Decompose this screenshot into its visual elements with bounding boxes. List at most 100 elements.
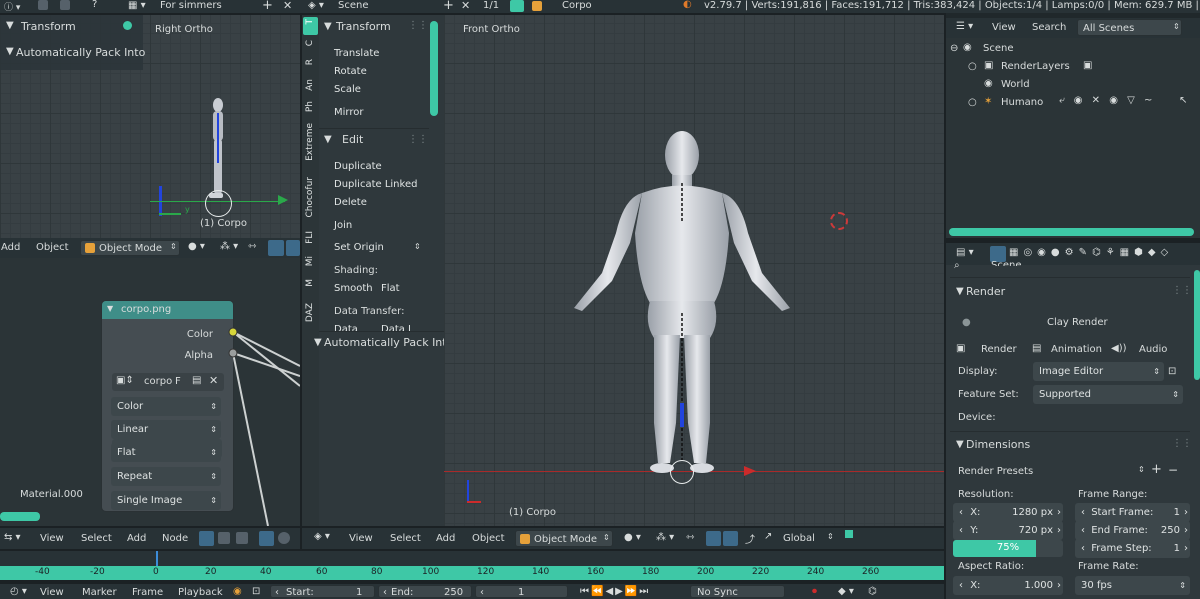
outliner-world[interactable]: World — [1001, 79, 1030, 90]
frame-menu[interactable]: Frame — [132, 587, 163, 598]
screen-layout-name[interactable]: For simmers — [160, 0, 222, 11]
properties-scrollbar[interactable] — [1194, 270, 1200, 380]
transform-header[interactable]: Transform — [21, 20, 76, 33]
translate-button[interactable]: Translate — [334, 48, 379, 59]
outliner-body[interactable]: ⊖ ◉ Scene ○ ▣ RenderLayers ▣ ◉ World ○ ✶… — [946, 38, 1200, 238]
drag-handle-icon[interactable]: ⋮⋮ — [408, 134, 428, 145]
human-figure[interactable] — [564, 123, 804, 483]
collapse-icon[interactable]: ▼ — [324, 21, 332, 32]
help-icon[interactable]: ? — [92, 0, 97, 10]
collapse-icon[interactable]: ▼ — [6, 46, 14, 57]
lock-icon[interactable]: ⊡ — [1168, 366, 1176, 377]
frame-step-field[interactable]: ‹ Frame Step: 1 › — [1075, 539, 1190, 558]
transform-manip-icon[interactable] — [268, 240, 284, 256]
tab-chocofur[interactable]: Chocofur — [305, 177, 315, 218]
tab-relations[interactable]: R — [305, 59, 315, 65]
add-menu[interactable]: Add — [127, 533, 146, 544]
editor-type-icon[interactable]: ◴ ▾ — [10, 586, 27, 597]
add-menu[interactable]: Add — [436, 533, 455, 544]
data-layout-button[interactable]: Data L — [381, 324, 414, 331]
editor-type-icon[interactable]: ☰ ▾ — [956, 21, 973, 32]
end-field[interactable]: ‹ End: 250 — [378, 585, 472, 598]
tab-physics[interactable]: Ph — [305, 101, 315, 112]
tool-panel-scrollbar[interactable] — [430, 21, 438, 116]
view-menu[interactable]: View — [40, 533, 64, 544]
node-menu[interactable]: Node — [162, 533, 188, 544]
select-menu[interactable]: Select — [390, 533, 421, 544]
rotate-manip-icon[interactable] — [723, 531, 738, 546]
drag-handle-icon[interactable]: ⋮⋮ — [1172, 438, 1192, 449]
pin-icon[interactable] — [123, 21, 132, 30]
set-origin-button[interactable]: Set Origin — [334, 242, 384, 253]
current-frame-line[interactable] — [156, 551, 158, 566]
end-frame-field[interactable]: ‹ End Frame: 250 › — [1075, 521, 1190, 540]
editor-type-icon[interactable]: ⇆ ▾ — [4, 532, 21, 543]
shading-icon[interactable]: ● ▾ — [188, 241, 205, 252]
outliner-scene[interactable]: Scene — [983, 43, 1014, 54]
object-shader-icon[interactable] — [259, 531, 274, 546]
timeline-ruler[interactable]: -40 -20 0 20 40 60 80 100 120 140 160 18… — [0, 566, 944, 580]
aspect-x-field[interactable]: ‹ X: 1.000 › — [953, 576, 1063, 595]
display-select[interactable]: Image Editor ⇕ — [1033, 362, 1164, 381]
layout-icon[interactable]: ▦ ▾ — [128, 0, 146, 11]
folder-icon[interactable]: ▤ — [192, 375, 201, 386]
collapse-icon[interactable]: ▼ — [6, 20, 14, 31]
arrow-right-icon[interactable] — [278, 195, 288, 205]
scene-icon[interactable]: ◈ ▾ — [308, 0, 324, 11]
mode-select[interactable]: Object Mode ⇕ — [515, 530, 613, 547]
data-button[interactable]: Data — [334, 324, 358, 331]
render-panel-header[interactable]: Render — [966, 285, 1005, 298]
tab-tools[interactable]: T — [305, 19, 315, 25]
frame-rate-select[interactable]: 30 fps ⇕ — [1075, 576, 1190, 595]
manipulator-icon[interactable]: ⇿ — [248, 241, 256, 252]
translate-manip-icon[interactable] — [706, 531, 721, 546]
pivot-icon[interactable]: ⁂ ▾ — [656, 532, 674, 543]
add-preset-icon[interactable]: + — [1151, 462, 1162, 477]
feature-set-select[interactable]: Supported ⇕ — [1033, 385, 1183, 404]
world-icon[interactable] — [278, 532, 290, 544]
dimensions-panel-header[interactable]: Dimensions — [966, 438, 1030, 451]
interpolation-field[interactable]: Linear ⇕ — [111, 420, 221, 439]
tab-fli[interactable]: FLI — [305, 231, 315, 244]
view-menu[interactable]: View — [349, 533, 373, 544]
shader-icon[interactable] — [199, 531, 214, 546]
auto-pack-header[interactable]: Automatically Pack Into — [324, 336, 453, 349]
current-frame-field[interactable]: ‹ 1 — [475, 585, 568, 598]
transform-header[interactable]: Transform — [336, 20, 391, 33]
add-menu[interactable]: Add — [1, 242, 20, 253]
close-icon[interactable]: ✕ — [209, 374, 218, 387]
remove-screen-icon[interactable]: ✕ — [283, 0, 292, 12]
pivot-icon[interactable]: ⁂ ▾ — [220, 241, 238, 252]
remove-scene-icon[interactable]: ✕ — [461, 0, 470, 12]
color-field[interactable]: Color ⇕ — [111, 397, 221, 416]
view-menu[interactable]: View — [40, 587, 64, 598]
tab-extreme[interactable]: Extreme — [305, 123, 315, 161]
image-selector[interactable]: ▣⇕ corpo F ▤ ✕ — [112, 373, 224, 391]
node-editor[interactable]: ▼ corpo.png Color Alpha ▣⇕ corpo F ▤ ✕ C… — [0, 258, 300, 526]
auto-pack-header[interactable]: Automatically Pack Into — [16, 46, 145, 59]
scale-manip-icon[interactable]: ⤴ — [745, 531, 755, 546]
resolution-percent-slider[interactable]: 75% — [953, 540, 1063, 557]
render-button[interactable]: Render — [981, 344, 1017, 355]
shading-icon[interactable]: ● ▾ — [624, 532, 641, 543]
rotate-button[interactable]: Rotate — [334, 66, 367, 77]
lock-icon[interactable]: ⊡ — [252, 586, 260, 597]
flat-button[interactable]: Flat — [381, 283, 400, 294]
source-field[interactable]: Single Image ⇕ — [111, 491, 221, 510]
tab-mi[interactable]: Mi — [305, 256, 315, 266]
info-icon[interactable]: ⓘ ▾ — [4, 0, 20, 13]
drag-handle-icon[interactable]: ⋮⋮ — [408, 20, 428, 31]
node-header[interactable]: ▼ corpo.png — [102, 301, 233, 319]
collapse-icon[interactable]: ▼ — [314, 337, 322, 348]
tab-animation[interactable]: An — [305, 79, 315, 91]
image-name[interactable]: corpo — [144, 376, 172, 387]
mode-select[interactable]: Object Mode ⇕ — [80, 240, 180, 256]
marker-menu[interactable]: Marker — [82, 587, 117, 598]
compositor-icon[interactable] — [236, 532, 248, 544]
tab-create[interactable]: C — [305, 40, 315, 46]
editor-type-icon[interactable]: ▤ ▾ — [956, 247, 974, 258]
orientation-select[interactable]: Global — [783, 533, 815, 544]
duplicate-button[interactable]: Duplicate — [334, 161, 382, 172]
collapse-icon[interactable]: ▼ — [107, 304, 113, 313]
manipulator-circle[interactable] — [670, 460, 694, 484]
